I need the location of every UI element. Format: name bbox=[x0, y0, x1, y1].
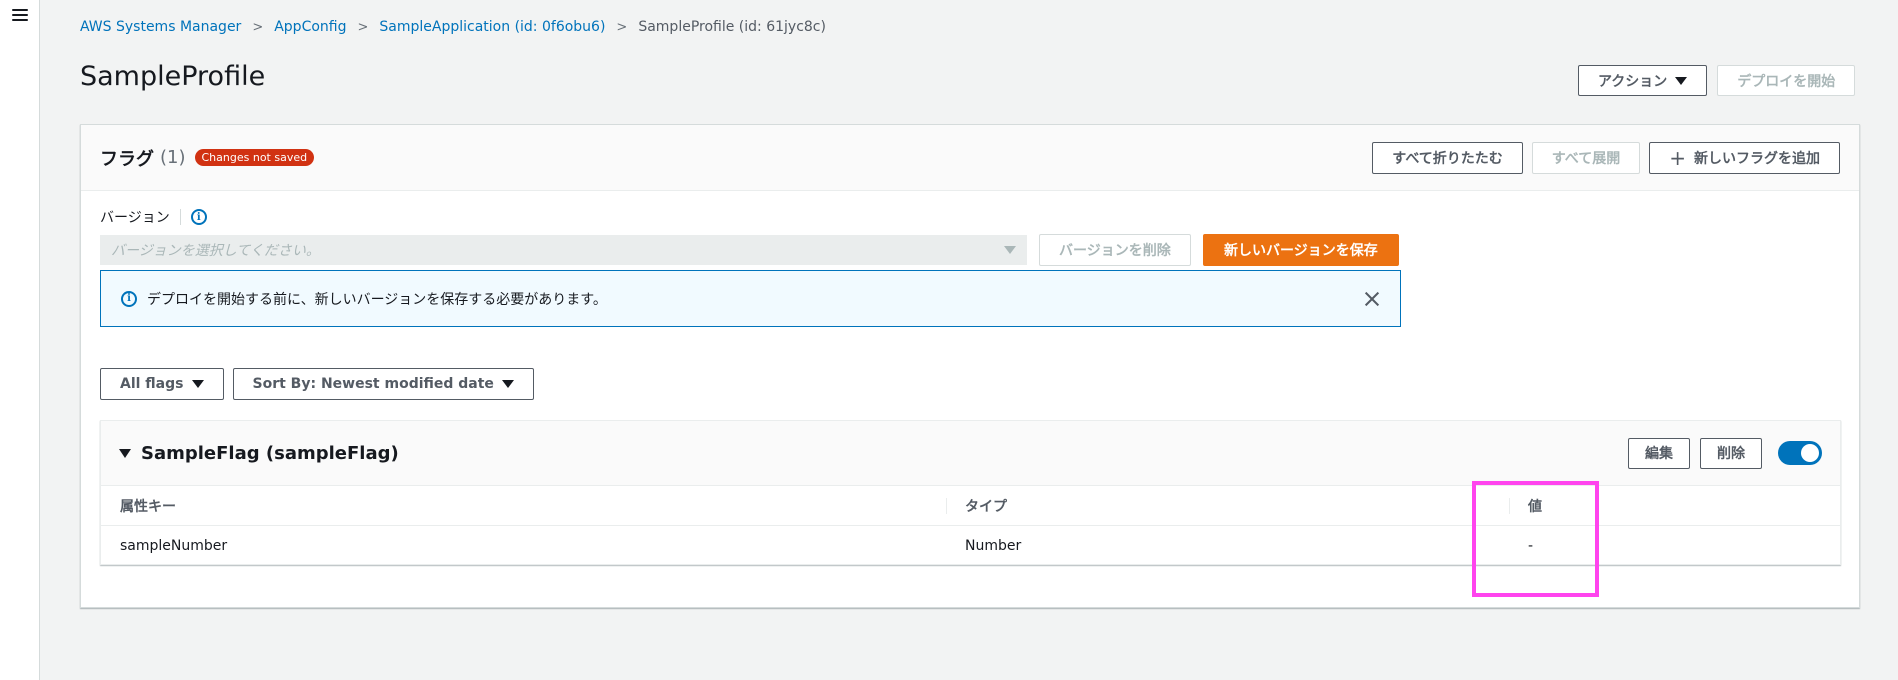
caret-down-icon bbox=[1675, 76, 1688, 85]
flags-count: (1) bbox=[160, 147, 186, 168]
flags-title: フラグ bbox=[100, 148, 154, 170]
chevron-right-icon: > bbox=[252, 19, 264, 35]
flag-title: SampleFlag (sampleFlag) bbox=[141, 442, 399, 464]
start-deployment-button[interactable]: デプロイを開始 bbox=[1717, 65, 1856, 96]
column-header-attribute-key: 属性キー bbox=[120, 498, 176, 515]
flag-actions: 編集 削除 bbox=[1628, 437, 1822, 469]
sort-by-button[interactable]: Sort By: Newest modified date bbox=[232, 368, 534, 400]
info-icon[interactable]: i bbox=[190, 209, 207, 225]
column-header-type: タイプ bbox=[946, 486, 1509, 525]
breadcrumb-current: SampleProfile (id: 61jyc8c) bbox=[638, 19, 826, 35]
info-icon: i bbox=[121, 290, 137, 307]
breadcrumb-application[interactable]: SampleApplication (id: 0f6obu6) bbox=[379, 19, 605, 35]
caret-down-icon bbox=[1004, 246, 1016, 254]
cell-attribute-key: sampleNumber bbox=[120, 537, 228, 554]
filters: All flags Sort By: Newest modified date bbox=[100, 368, 534, 400]
delete-version-button[interactable]: バージョンを削除 bbox=[1039, 234, 1191, 266]
breadcrumb-appconfig[interactable]: AppConfig bbox=[274, 19, 346, 35]
changes-not-saved-badge: Changes not saved bbox=[194, 149, 315, 166]
caret-down-icon bbox=[191, 380, 204, 388]
save-new-version-button[interactable]: 新しいバージョンを保存 bbox=[1203, 234, 1399, 266]
side-navigation bbox=[0, 0, 40, 680]
caret-down-icon[interactable] bbox=[119, 448, 131, 458]
header-actions: アクション デプロイを開始 bbox=[1578, 65, 1856, 96]
all-flags-label: All flags bbox=[120, 376, 184, 392]
plus-icon: + bbox=[1669, 145, 1686, 170]
flags-panel-header: フラグ (1) Changes not saved すべて折りたたむ すべて展開… bbox=[81, 125, 1859, 191]
edit-flag-button[interactable]: 編集 bbox=[1628, 437, 1690, 469]
caret-down-icon bbox=[501, 380, 514, 388]
highlight-annotation bbox=[1472, 481, 1599, 597]
breadcrumb-systems-manager[interactable]: AWS Systems Manager bbox=[80, 19, 241, 35]
version-field-label: バージョン i bbox=[100, 207, 207, 227]
info-alert: i デプロイを開始する前に、新しいバージョンを保存する必要があります。 bbox=[100, 270, 1401, 327]
version-select[interactable]: バージョンを選択してください。 bbox=[100, 235, 1027, 265]
flag-enabled-toggle[interactable] bbox=[1778, 441, 1822, 465]
all-flags-filter-button[interactable]: All flags bbox=[100, 368, 224, 400]
chevron-right-icon: > bbox=[357, 19, 369, 35]
cell-type: Number bbox=[965, 537, 1022, 554]
label-divider bbox=[179, 209, 181, 225]
actions-label: アクション bbox=[1598, 73, 1668, 90]
page-title: SampleProfile bbox=[80, 61, 266, 92]
collapse-all-button[interactable]: すべて折りたたむ bbox=[1372, 141, 1523, 174]
flags-panel-actions: すべて折りたたむ すべて展開 + 新しいフラグを追加 bbox=[1372, 141, 1840, 174]
version-select-placeholder: バージョンを選択してください。 bbox=[111, 243, 320, 259]
add-flag-label: 新しいフラグを追加 bbox=[1694, 150, 1820, 167]
delete-flag-button[interactable]: 削除 bbox=[1700, 437, 1762, 469]
chevron-right-icon: > bbox=[616, 19, 628, 35]
alert-text: デプロイを開始する前に、新しいバージョンを保存する必要があります。 bbox=[147, 291, 607, 308]
expand-all-button[interactable]: すべて展開 bbox=[1531, 141, 1641, 174]
toggle-knob bbox=[1801, 444, 1819, 462]
version-label: バージョン bbox=[100, 210, 170, 226]
sort-by-label: Sort By: Newest modified date bbox=[252, 376, 494, 392]
close-icon[interactable] bbox=[1364, 291, 1380, 307]
menu-icon[interactable] bbox=[11, 6, 29, 24]
breadcrumb: AWS Systems Manager > AppConfig > Sample… bbox=[80, 19, 826, 35]
flag-header: SampleFlag (sampleFlag) 編集 削除 bbox=[101, 421, 1840, 486]
add-flag-button[interactable]: + 新しいフラグを追加 bbox=[1649, 141, 1840, 174]
actions-dropdown-button[interactable]: アクション bbox=[1578, 65, 1708, 96]
